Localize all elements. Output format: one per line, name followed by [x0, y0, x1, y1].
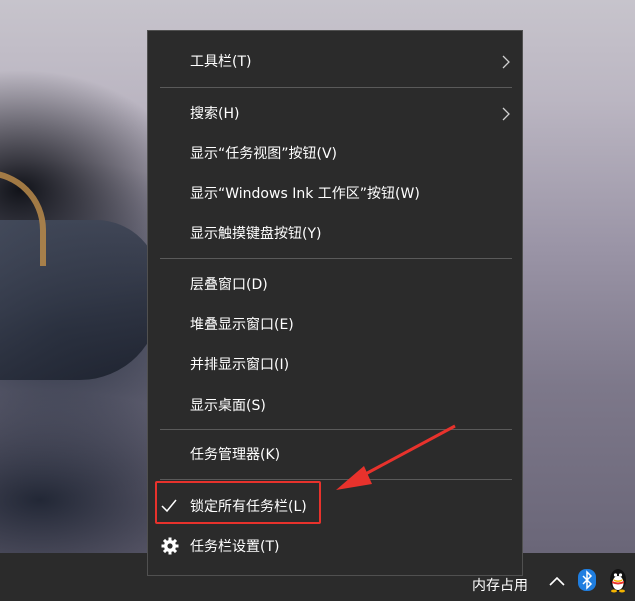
menu-separator — [160, 258, 512, 259]
menu-item-search[interactable]: 搜索(H) — [148, 96, 522, 132]
menu-item-label: 显示“Windows Ink 工作区”按钮(W) — [190, 186, 420, 202]
menu-item-stack-windows[interactable]: 堆叠显示窗口(E) — [148, 307, 522, 343]
menu-item-label: 显示“任务视图”按钮(V) — [190, 146, 338, 162]
menu-item-label: 搜索(H) — [190, 106, 240, 122]
chevron-up-icon[interactable] — [547, 572, 567, 592]
menu-item-taskbar-settings[interactable]: 任务栏设置(T) — [148, 529, 522, 565]
menu-item-show-desktop[interactable]: 显示桌面(S) — [148, 388, 522, 424]
menu-item-label: 工具栏(T) — [190, 54, 252, 70]
menu-item-label: 任务栏设置(T) — [190, 539, 280, 555]
annotation-arrow-icon — [336, 424, 456, 490]
menu-item-show-task-view[interactable]: 显示“任务视图”按钮(V) — [148, 136, 522, 172]
menu-item-label: 显示触摸键盘按钮(Y) — [190, 226, 322, 242]
menu-item-toolbars[interactable]: 工具栏(T) — [148, 44, 522, 80]
annotation-highlight-box — [155, 481, 321, 524]
wallpaper-road — [0, 170, 46, 266]
menu-item-label: 层叠窗口(D) — [190, 277, 268, 293]
tray-memory-label[interactable]: 内存占用 — [472, 577, 528, 595]
menu-item-cascade-windows[interactable]: 层叠窗口(D) — [148, 267, 522, 303]
qq-penguin-icon[interactable] — [606, 567, 630, 593]
menu-separator — [160, 87, 512, 88]
menu-item-label: 任务管理器(K) — [190, 447, 281, 463]
menu-item-show-touch-keyboard[interactable]: 显示触摸键盘按钮(Y) — [148, 216, 522, 252]
menu-item-side-by-side-windows[interactable]: 并排显示窗口(I) — [148, 347, 522, 383]
menu-item-show-windows-ink[interactable]: 显示“Windows Ink 工作区”按钮(W) — [148, 176, 522, 212]
menu-item-label: 并排显示窗口(I) — [190, 357, 290, 373]
menu-item-label: 显示桌面(S) — [190, 398, 266, 414]
menu-item-label: 堆叠显示窗口(E) — [190, 317, 294, 333]
gear-icon — [161, 537, 179, 555]
chevron-right-icon — [502, 107, 510, 121]
bluetooth-icon[interactable] — [578, 569, 596, 591]
chevron-right-icon — [502, 55, 510, 69]
